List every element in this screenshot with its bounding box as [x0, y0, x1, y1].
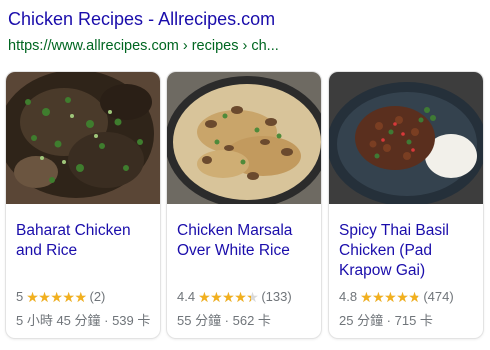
rating-row: 5 ★★★★★ ★★★★★ (2)	[16, 289, 105, 304]
recipe-meta: 55 分鐘 · 562 卡	[177, 313, 271, 328]
recipe-image	[6, 72, 160, 204]
review-count: (2)	[89, 289, 106, 304]
rating-row: 4.8 ★★★★★ ★★★★★ (474)	[339, 289, 454, 304]
recipe-card[interactable]: Baharat Chicken and Rice 5 ★★★★★ ★★★★★ (…	[6, 72, 160, 338]
recipe-title[interactable]: Chicken Marsala Over White Rice	[177, 221, 319, 261]
result-title-link[interactable]: Chicken Recipes - Allrecipes.com	[8, 9, 275, 30]
recipe-title[interactable]: Spicy Thai Basil Chicken (Pad Krapow Gai…	[339, 221, 481, 281]
result-url: https://www.allrecipes.com › recipes › c…	[8, 38, 279, 54]
review-count: (133)	[261, 289, 292, 304]
rating-score: 4.4	[177, 289, 196, 304]
rating-score: 5	[16, 289, 24, 304]
star-rating-icon: ★★★★★ ★★★★★	[198, 289, 259, 304]
star-rating-icon: ★★★★★ ★★★★★	[26, 289, 87, 304]
rating-row: 4.4 ★★★★★ ★★★★★ (133)	[177, 289, 292, 304]
recipe-title[interactable]: Baharat Chicken and Rice	[16, 221, 158, 261]
star-fill: ★★★★★	[26, 289, 87, 304]
recipe-card[interactable]: Spicy Thai Basil Chicken (Pad Krapow Gai…	[329, 72, 483, 338]
star-fill: ★★★★★	[198, 289, 251, 304]
star-rating-icon: ★★★★★ ★★★★★	[360, 289, 421, 304]
recipe-image	[167, 72, 321, 204]
review-count: (474)	[423, 289, 454, 304]
star-fill: ★★★★★	[360, 289, 418, 304]
recipe-image	[329, 72, 483, 204]
rating-score: 4.8	[339, 289, 358, 304]
recipe-meta: 25 分鐘 · 715 卡	[339, 313, 433, 328]
recipe-card[interactable]: Chicken Marsala Over White Rice 4.4 ★★★★…	[167, 72, 321, 338]
recipe-meta: 5 小時 45 分鐘 · 539 卡	[16, 313, 151, 328]
